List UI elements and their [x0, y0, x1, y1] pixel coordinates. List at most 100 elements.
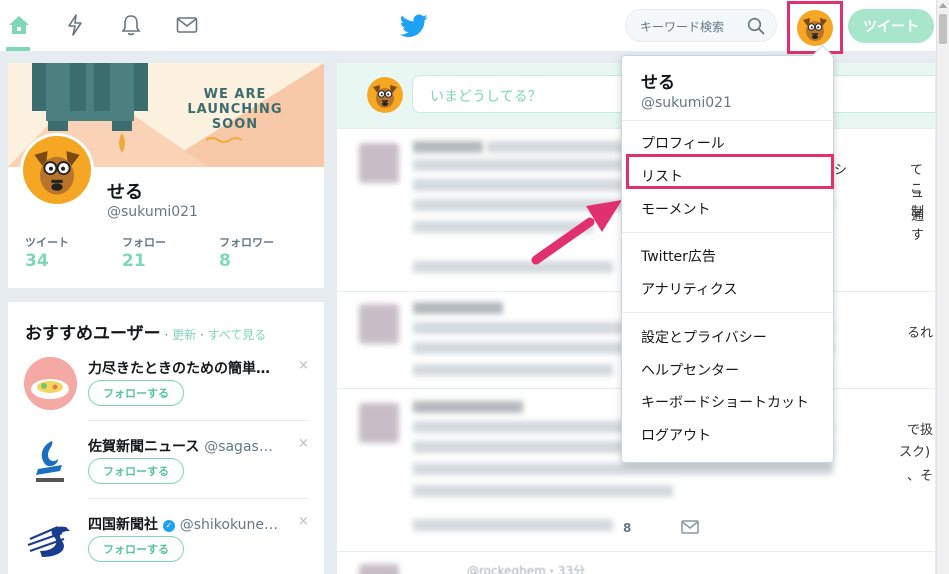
- saga-shimbun-logo-icon: [36, 441, 64, 482]
- dismiss-close-icon[interactable]: ×: [298, 514, 309, 529]
- menu-item-help-center[interactable]: ヘルプセンター: [641, 360, 739, 380]
- account-avatar-button[interactable]: [787, 1, 843, 54]
- stat-value: 8: [219, 251, 231, 271]
- menu-item-logout[interactable]: ログアウト: [641, 425, 711, 445]
- stat-tweets[interactable]: ツイート 34: [25, 234, 69, 271]
- list-item: 力尽きたときのための簡単… フォローする ×: [24, 357, 314, 429]
- bell-icon[interactable]: [118, 12, 144, 38]
- dismiss-close-icon[interactable]: ×: [298, 358, 309, 373]
- menu-item-twitter-ads[interactable]: Twitter広告: [641, 246, 716, 266]
- tweet[interactable]: @rockeghem・33分: [337, 551, 935, 574]
- menu-item-analytics[interactable]: アナリティクス: [641, 279, 737, 299]
- menu-item-profile[interactable]: プロフィール: [641, 133, 725, 153]
- dog-avatar-icon: [797, 9, 833, 46]
- stat-label: フォロー: [122, 236, 166, 249]
- scroll-up-arrow-icon[interactable]: [939, 3, 947, 8]
- compose-placeholder: いまどうしてる？: [430, 89, 542, 105]
- tweet-fragment: 、そ: [907, 469, 934, 484]
- stat-value: 34: [25, 251, 49, 271]
- banner-text: WE ARE LAUNCHING SOON: [186, 87, 284, 132]
- stat-followers[interactable]: フォロワー 8: [219, 234, 274, 271]
- tweet-avatar[interactable]: [359, 403, 399, 443]
- banner-line-2: LAUNCHING: [187, 102, 283, 117]
- search-input[interactable]: [638, 16, 752, 38]
- user-handle[interactable]: @sagas…: [204, 439, 273, 455]
- blurred-text: [413, 463, 833, 475]
- tweet-button[interactable]: ツイート: [848, 9, 934, 43]
- who-to-follow-header: おすすめユーザー · 更新 · すべて見る: [25, 319, 266, 344]
- divider: [622, 120, 833, 121]
- separator: ·: [160, 328, 173, 342]
- blurred-actions: [413, 519, 613, 531]
- scrollbar-thumb[interactable]: [939, 14, 947, 44]
- user-display-name[interactable]: 四国新聞社: [88, 517, 158, 533]
- tweet-avatar[interactable]: [359, 564, 399, 574]
- follow-button[interactable]: フォローする: [88, 536, 184, 562]
- blurred-author: [413, 302, 503, 314]
- search-icon[interactable]: [747, 17, 765, 39]
- tweet-meta: @rockeghem・33分: [467, 564, 586, 574]
- scrollbar[interactable]: [936, 0, 949, 574]
- blurred-text: [487, 141, 627, 153]
- menu-item-moments[interactable]: モーメント: [641, 199, 710, 219]
- user-avatar[interactable]: [24, 513, 77, 566]
- food-plate-icon: [24, 357, 77, 410]
- list-item: 四国新聞社 ✓ @shikokune… フォローする ×: [24, 513, 314, 574]
- follow-button[interactable]: フォローする: [88, 380, 184, 406]
- banner-line-3: SOON: [211, 117, 259, 132]
- menu-item-keyboard-shortcuts[interactable]: キーボードショートカット: [641, 392, 809, 412]
- tweet-fragment: スク): [899, 445, 931, 460]
- search-box: [625, 9, 777, 42]
- lightning-icon[interactable]: [62, 12, 88, 38]
- follow-button[interactable]: フォローする: [88, 458, 184, 484]
- blurred-actions: [413, 364, 613, 376]
- stat-value: 21: [122, 251, 146, 271]
- tweet-fragment: シ: [834, 163, 848, 178]
- blurred-author: [413, 401, 523, 413]
- profile-name[interactable]: せる: [107, 178, 143, 204]
- dog-avatar-icon: [367, 77, 403, 113]
- tweet-avatar[interactable]: [359, 143, 399, 183]
- who-to-follow-card: おすすめユーザー · 更新 · すべて見る 力尽きたときのための簡単… フォロー…: [8, 302, 324, 574]
- tweet-fragment: るれ: [907, 326, 934, 341]
- user-display-name[interactable]: 力尽きたときのための簡単…: [88, 361, 270, 377]
- divider: [88, 498, 308, 499]
- home-icon[interactable]: [6, 12, 32, 38]
- envelope-icon[interactable]: [174, 12, 200, 38]
- user-name[interactable]: 四国新聞社 ✓ @shikokune…: [88, 514, 288, 534]
- refresh-link[interactable]: 更新: [172, 328, 196, 342]
- user-name[interactable]: 力尽きたときのための簡単…: [88, 358, 288, 378]
- user-avatar[interactable]: [24, 435, 77, 488]
- tweet-fragment: 通す: [911, 209, 925, 243]
- user-name[interactable]: 佐賀新聞ニュース @sagas…: [88, 436, 288, 456]
- dismiss-close-icon[interactable]: ×: [298, 436, 309, 451]
- profile-card: WE ARE LAUNCHING SOON せる @sukumi021 ツイート…: [8, 63, 324, 288]
- banner-line-1: WE ARE: [203, 87, 267, 102]
- blurred-text: [413, 485, 673, 497]
- menu-item-settings-privacy[interactable]: 設定とプライバシー: [641, 327, 767, 347]
- user-avatar[interactable]: [24, 357, 77, 410]
- dog-avatar-icon: [23, 136, 91, 204]
- verified-badge-icon: ✓: [162, 520, 175, 532]
- highlight-box: [626, 154, 834, 189]
- twitter-bird-icon[interactable]: [399, 14, 428, 38]
- user-display-name[interactable]: 佐賀新聞ニュース: [88, 439, 199, 455]
- menu-user-name[interactable]: せる: [641, 68, 675, 93]
- like-count: 8: [623, 521, 632, 535]
- profile-handle[interactable]: @sukumi021: [107, 204, 198, 220]
- stat-label: フォロワー: [219, 236, 274, 249]
- annotation-arrow-icon: [531, 200, 622, 265]
- menu-user-handle[interactable]: @sukumi021: [641, 95, 732, 111]
- view-all-link[interactable]: すべて見る: [208, 328, 267, 342]
- list-item: 佐賀新聞ニュース @sagas… フォローする ×: [24, 435, 314, 507]
- account-dropdown-menu: せる @sukumi021 プロフィール リスト モーメント Twitter広告…: [621, 44, 834, 463]
- envelope-icon[interactable]: [681, 519, 699, 538]
- stat-following[interactable]: フォロー 21: [122, 234, 166, 271]
- tweet-avatar[interactable]: [359, 304, 399, 344]
- user-handle[interactable]: @shikokune…: [180, 517, 278, 533]
- divider: [622, 312, 833, 313]
- profile-avatar[interactable]: [20, 133, 94, 207]
- shikoku-shimbun-logo-icon: [27, 525, 70, 557]
- separator: ·: [196, 328, 208, 342]
- tweet-fragment: で扱: [907, 423, 934, 438]
